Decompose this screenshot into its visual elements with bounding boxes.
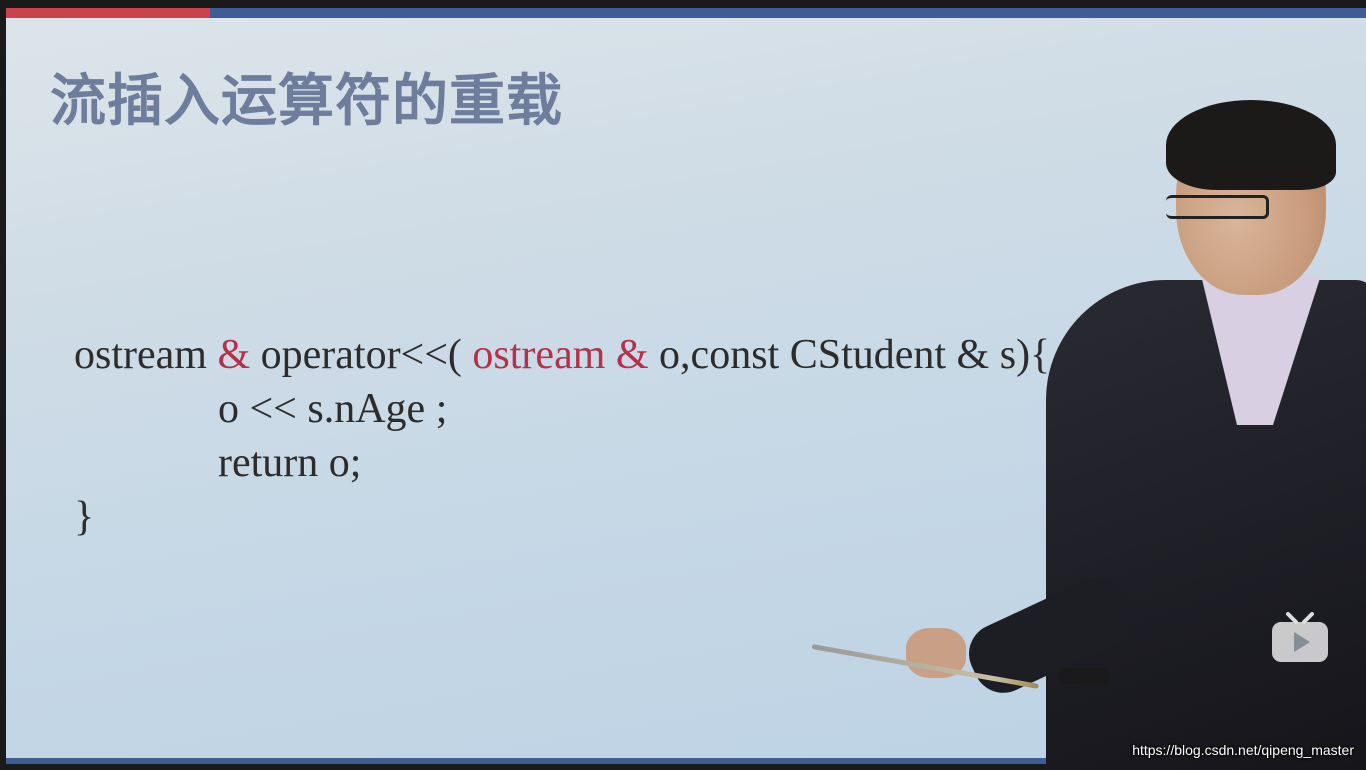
- code-block: ostream & operator<<( ostream & o,const …: [74, 328, 1050, 544]
- watermark-url: https://blog.csdn.net/qipeng_master: [1132, 742, 1354, 758]
- presenter-glasses: [1166, 195, 1269, 219]
- code-line-2: o << s.nAge ;: [218, 386, 448, 432]
- code-token: o,const CStudent & s){: [648, 332, 1051, 378]
- presenter-suit: [1046, 280, 1366, 770]
- slide-title: 流插入运算符的重载: [50, 69, 563, 134]
- presenter-hair: [1166, 100, 1336, 190]
- slide-top-accent-bar: [6, 8, 1366, 18]
- code-token: operator<<(: [250, 332, 473, 378]
- code-line-4: }: [74, 494, 95, 540]
- code-line-3: return o;: [218, 440, 362, 486]
- code-token-ampersand: &: [605, 332, 649, 378]
- code-token-ampersand: &: [217, 332, 251, 378]
- code-token: ostream: [74, 332, 218, 378]
- presentation-remote: [1058, 668, 1110, 684]
- tv-play-icon[interactable]: [1270, 612, 1330, 664]
- code-token-ostream: ostream: [472, 332, 606, 378]
- code-line-1: ostream & operator<<( ostream & o,const …: [74, 328, 1050, 382]
